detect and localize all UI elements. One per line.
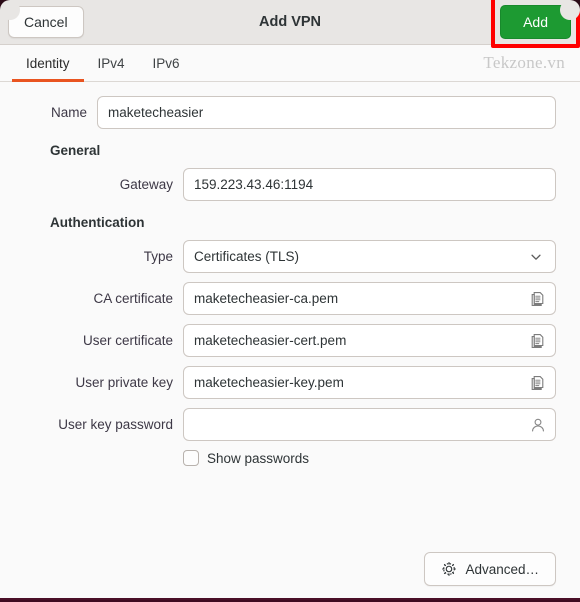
row-user-certificate: User certificate maketecheasier-cert.pem	[24, 324, 556, 357]
user-certificate-value: maketecheasier-cert.pem	[194, 333, 347, 348]
header-bar: Cancel Add VPN Add	[0, 0, 580, 48]
add-button-wrapper: Add	[491, 0, 580, 48]
form-content: Name maketecheasier General Gateway 159.…	[0, 82, 580, 601]
row-user-key-password: User key password	[24, 408, 556, 441]
show-passwords-row[interactable]: Show passwords	[183, 450, 556, 466]
row-type: Type Certificates (TLS)	[24, 240, 556, 273]
window-title: Add VPN	[258, 14, 322, 30]
name-input[interactable]: maketecheasier	[97, 96, 556, 129]
row-user-private-key: User private key maketecheasier-key.pem	[24, 366, 556, 399]
person-icon[interactable]	[529, 416, 547, 434]
name-label: Name	[50, 105, 87, 120]
type-select[interactable]: Certificates (TLS)	[183, 240, 556, 273]
tab-ipv6-label: IPv6	[152, 55, 180, 71]
gear-icon	[441, 561, 457, 577]
watermark: Tekzone.vn	[483, 53, 565, 72]
user-certificate-input[interactable]: maketecheasier-cert.pem	[183, 324, 556, 357]
user-certificate-label: User certificate	[82, 333, 173, 348]
file-chooser-icon[interactable]	[529, 374, 547, 392]
advanced-button[interactable]: Advanced…	[424, 552, 556, 586]
advanced-button-label: Advanced…	[465, 561, 539, 577]
tab-ipv6[interactable]: IPv6	[139, 45, 194, 81]
type-select-value: Certificates (TLS)	[194, 249, 300, 264]
file-chooser-icon[interactable]	[529, 290, 547, 308]
chevron-down-icon	[529, 250, 543, 264]
tab-ipv4[interactable]: IPv4	[84, 45, 139, 81]
name-input-value: maketecheasier	[108, 105, 204, 120]
ca-certificate-input[interactable]: maketecheasier-ca.pem	[183, 282, 556, 315]
footer-actions: Advanced…	[424, 552, 556, 586]
row-ca-certificate: CA certificate maketecheasier-ca.pem	[24, 282, 556, 315]
tab-identity[interactable]: Identity	[12, 45, 84, 82]
gateway-input-value: 159.223.43.46:1194	[194, 177, 314, 192]
user-private-key-value: maketecheasier-key.pem	[194, 375, 344, 390]
cancel-button[interactable]: Cancel	[8, 6, 84, 38]
user-key-password-input[interactable]	[183, 408, 556, 441]
show-passwords-checkbox[interactable]	[183, 450, 199, 466]
tab-ipv4-label: IPv4	[97, 55, 125, 71]
user-key-password-label: User key password	[58, 417, 173, 432]
window-bottom-edge	[0, 598, 580, 602]
add-button[interactable]: Add	[500, 5, 571, 39]
file-chooser-icon[interactable]	[529, 332, 547, 350]
section-general-heading: General	[50, 143, 101, 158]
ca-certificate-label: CA certificate	[93, 291, 173, 306]
row-gateway: Gateway 159.223.43.46:1194	[24, 168, 556, 201]
show-passwords-label: Show passwords	[207, 450, 310, 466]
gateway-input[interactable]: 159.223.43.46:1194	[183, 168, 556, 201]
type-label: Type	[143, 249, 173, 264]
gateway-label: Gateway	[119, 177, 173, 192]
ca-certificate-value: maketecheasier-ca.pem	[194, 291, 339, 306]
row-name: Name maketecheasier	[24, 96, 556, 129]
user-private-key-label: User private key	[75, 375, 173, 390]
tab-strip: Identity IPv4 IPv6 Tekzone.vn	[0, 45, 580, 82]
user-private-key-input[interactable]: maketecheasier-key.pem	[183, 366, 556, 399]
tab-identity-label: Identity	[26, 55, 70, 71]
section-authentication-heading: Authentication	[50, 215, 145, 230]
